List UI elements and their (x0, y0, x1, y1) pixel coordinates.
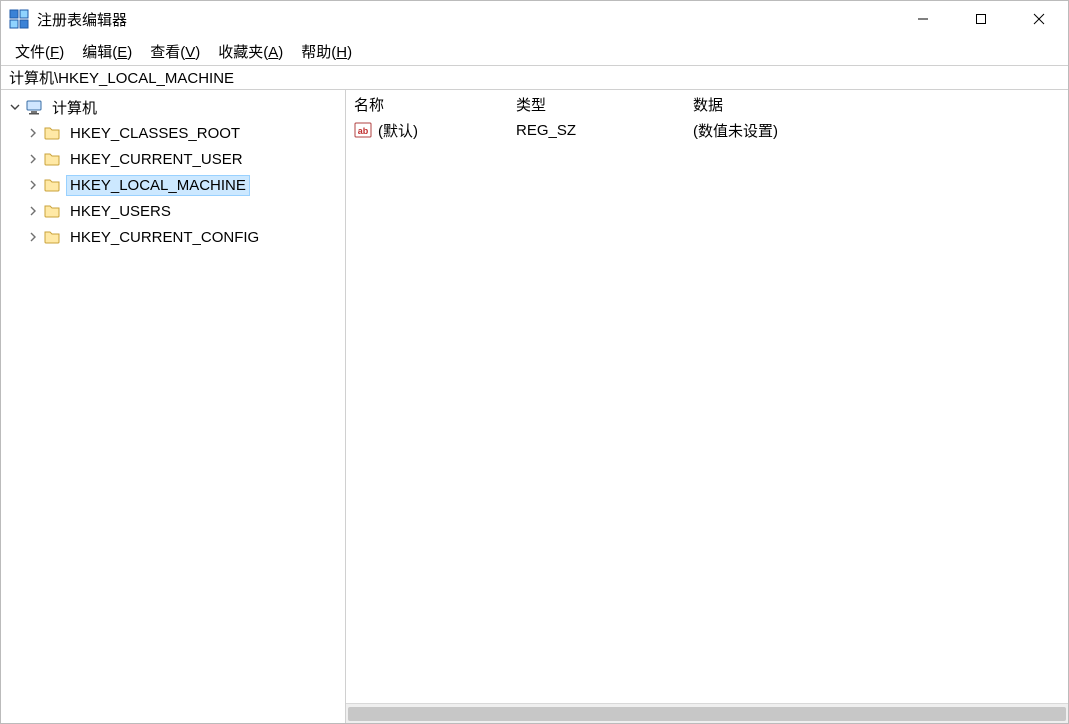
chevron-right-icon[interactable] (25, 229, 41, 245)
tree-item[interactable]: HKEY_CLASSES_ROOT (7, 120, 343, 146)
menu-edit[interactable]: 编辑(E) (74, 38, 140, 65)
menu-help[interactable]: 帮助(H) (293, 38, 360, 65)
chevron-right-icon[interactable] (25, 125, 41, 141)
chevron-down-icon[interactable] (7, 99, 23, 115)
scrollbar-thumb[interactable] (348, 707, 1066, 721)
string-value-icon: ab (354, 121, 372, 139)
title-bar: 注册表编辑器 (1, 1, 1068, 37)
folder-icon (43, 150, 61, 168)
chevron-right-icon[interactable] (25, 203, 41, 219)
tree-item[interactable]: HKEY_LOCAL_MACHINE (7, 172, 343, 198)
computer-icon (25, 98, 43, 116)
cell-type: REG_SZ (516, 122, 576, 139)
folder-icon (43, 228, 61, 246)
window-title: 注册表编辑器 (37, 9, 127, 30)
folder-icon (43, 176, 61, 194)
tree-pane[interactable]: 计算机 HKEY_CLASSES_ROOT HKEY_CURRENT_USER HK… (1, 90, 346, 723)
close-button[interactable] (1010, 1, 1068, 37)
regedit-app-icon (9, 9, 29, 29)
column-header-type[interactable]: 类型 (508, 90, 685, 119)
horizontal-scrollbar[interactable] (346, 703, 1068, 723)
window-controls (894, 1, 1068, 37)
tree-root[interactable]: 计算机 (7, 94, 343, 120)
tree-item-label: HKEY_USERS (67, 202, 174, 221)
folder-icon (43, 124, 61, 142)
tree-item[interactable]: HKEY_CURRENT_USER (7, 146, 343, 172)
maximize-button[interactable] (952, 1, 1010, 37)
menu-file[interactable]: 文件(F) (7, 38, 72, 65)
address-bar[interactable] (1, 66, 1068, 90)
cell-name: (默认) (378, 120, 418, 141)
tree-item-label: HKEY_CLASSES_ROOT (67, 124, 243, 143)
registry-editor-window: 注册表编辑器 文件(F) 编辑(E) 查看(V) 收藏夹(A) 帮助(H) (0, 0, 1069, 724)
body-split: 计算机 HKEY_CLASSES_ROOT HKEY_CURRENT_USER HK… (1, 90, 1068, 723)
column-header-name[interactable]: 名称 (346, 90, 508, 119)
svg-text:ab: ab (358, 126, 369, 136)
list-header: 名称 类型 数据 (346, 90, 1068, 118)
column-header-data[interactable]: 数据 (685, 90, 1068, 119)
tree-item-label: HKEY_CURRENT_USER (67, 150, 246, 169)
tree-item-label: HKEY_LOCAL_MACHINE (67, 176, 249, 195)
chevron-right-icon[interactable] (25, 177, 41, 193)
minimize-button[interactable] (894, 1, 952, 37)
tree-item[interactable]: HKEY_CURRENT_CONFIG (7, 224, 343, 250)
folder-icon (43, 202, 61, 220)
menu-favorites[interactable]: 收藏夹(A) (210, 38, 291, 65)
tree-item[interactable]: HKEY_USERS (7, 198, 343, 224)
menu-bar: 文件(F) 编辑(E) 查看(V) 收藏夹(A) 帮助(H) (1, 37, 1068, 65)
menu-view[interactable]: 查看(V) (142, 38, 208, 65)
cell-data: (数值未设置) (693, 120, 778, 141)
tree-root-label: 计算机 (49, 96, 100, 119)
list-pane: 名称 类型 数据 ab (默认) REG_SZ (数值未设置) (346, 90, 1068, 723)
list-row[interactable]: ab (默认) REG_SZ (数值未设置) (346, 118, 1068, 142)
list-body[interactable]: ab (默认) REG_SZ (数值未设置) (346, 118, 1068, 703)
chevron-right-icon[interactable] (25, 151, 41, 167)
tree-item-label: HKEY_CURRENT_CONFIG (67, 228, 262, 247)
